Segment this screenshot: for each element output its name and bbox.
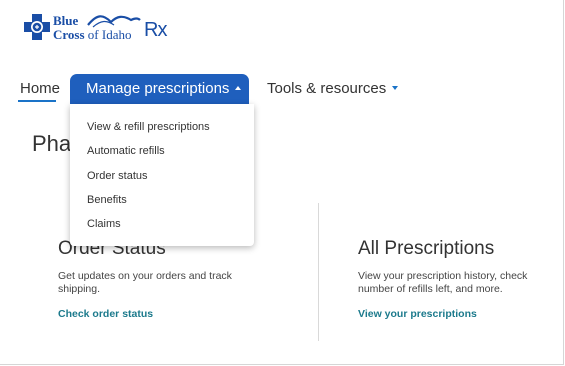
all-prescriptions-heading: All Prescriptions (358, 238, 495, 259)
brand-rx: Rx (144, 19, 167, 41)
nav-home[interactable]: Home (20, 80, 60, 97)
all-prescriptions-description: View your prescription history, check nu… (358, 270, 528, 295)
brand-name-line1: Blue (53, 13, 79, 28)
menu-item-order-status[interactable]: Order status (87, 170, 148, 182)
manage-prescriptions-menu: View & refill prescriptions Automatic re… (70, 104, 254, 246)
check-order-status-link[interactable]: Check order status (58, 308, 153, 320)
nav-manage-prescriptions[interactable]: Manage prescriptions (70, 74, 249, 104)
nav-home-active-indicator (18, 100, 56, 102)
nav-manage-label: Manage prescriptions (86, 80, 230, 97)
brand-name-rest: of Idaho (84, 27, 132, 42)
mountain-wave-icon (87, 15, 141, 28)
menu-item-claims[interactable]: Claims (87, 218, 121, 230)
menu-item-view-refill[interactable]: View & refill prescriptions (87, 121, 210, 133)
brand-name-line2: Cross of Idaho (53, 28, 131, 42)
nav-tools-label: Tools & resources (267, 80, 387, 97)
caret-up-icon (235, 86, 242, 91)
nav-tools-resources[interactable]: Tools & resources (267, 80, 399, 97)
order-status-description: Get updates on your orders and track shi… (58, 270, 232, 295)
menu-item-automatic-refills[interactable]: Automatic refills (87, 145, 165, 157)
menu-item-benefits[interactable]: Benefits (87, 194, 127, 206)
view-prescriptions-link[interactable]: View your prescriptions (358, 308, 477, 320)
cross-shield-icon (24, 14, 50, 40)
brand-name-cross: Cross (53, 27, 85, 42)
caret-down-icon (392, 86, 399, 91)
card-divider (318, 203, 319, 341)
